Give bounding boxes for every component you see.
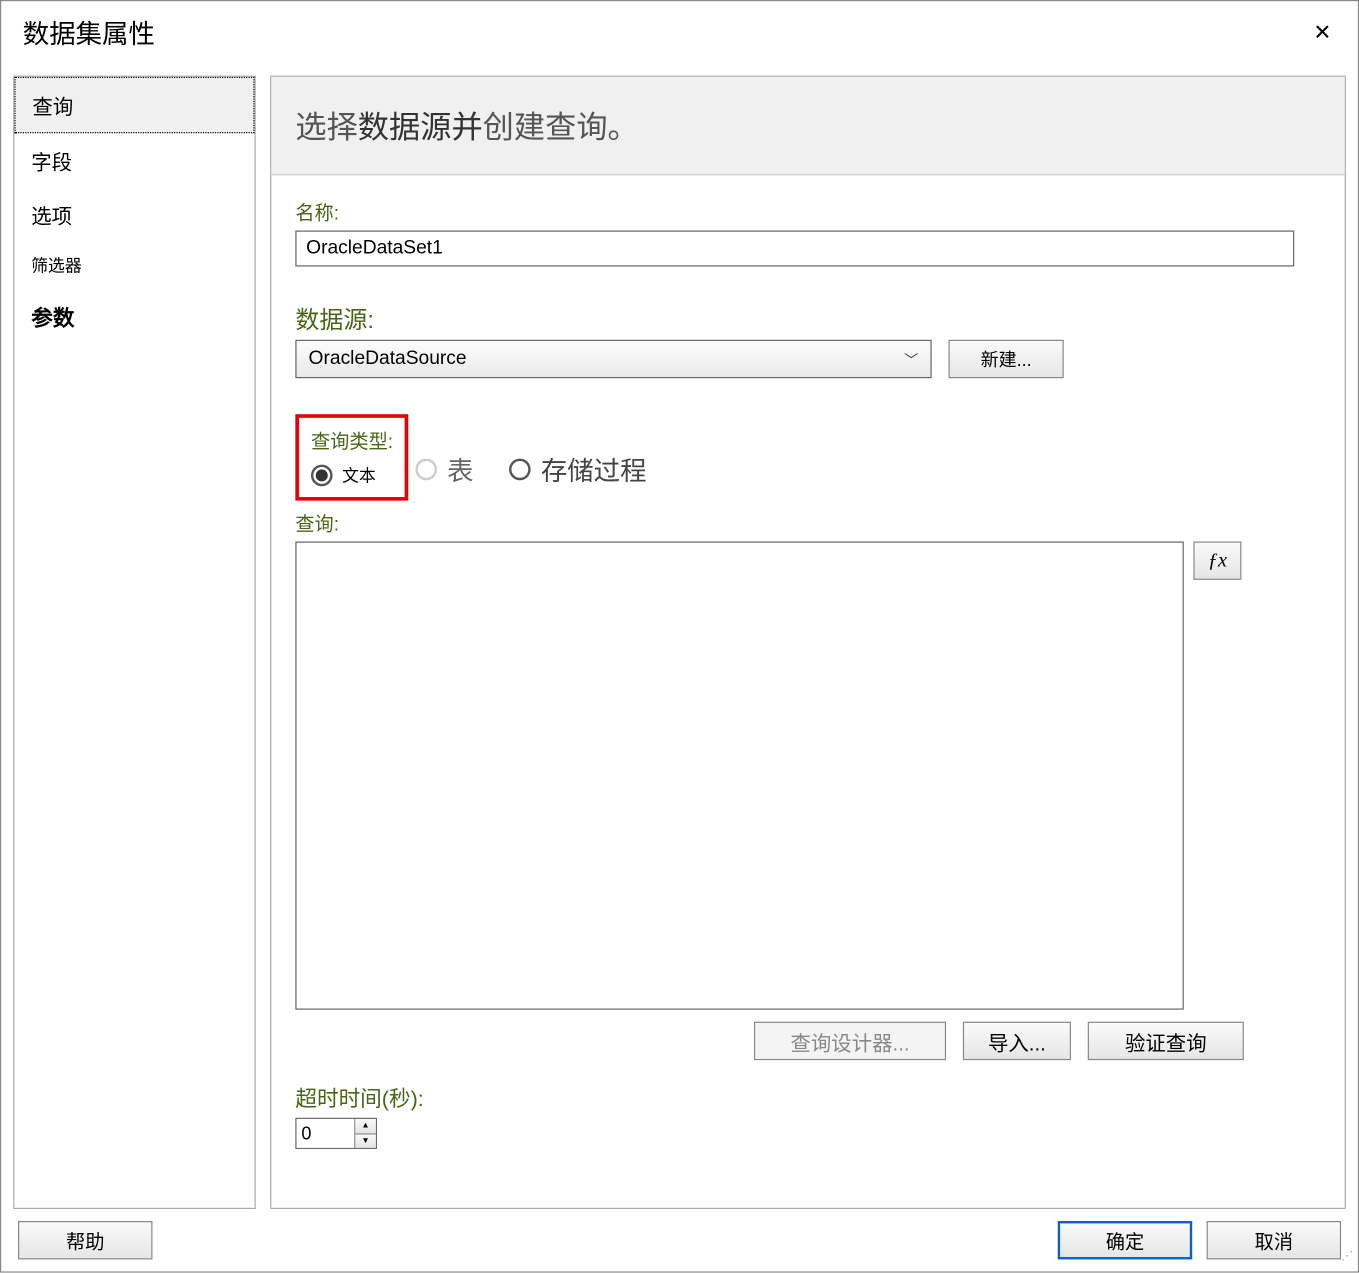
- sidebar-item-options[interactable]: 选项: [14, 187, 254, 241]
- radio-table[interactable]: 表: [416, 450, 474, 488]
- heading-bold: 数据源并: [358, 109, 483, 145]
- main-heading: 选择数据源并创建查询。: [271, 77, 1344, 175]
- ok-button[interactable]: 确定: [1058, 1221, 1192, 1259]
- query-input[interactable]: [295, 541, 1183, 1009]
- heading-part2: 创建: [483, 109, 545, 145]
- radio-text-label: 文本: [342, 463, 376, 487]
- radio-sproc[interactable]: 存储过程: [510, 450, 647, 488]
- radio-table-label: 表: [447, 450, 473, 488]
- heading-tail: 查询。: [545, 109, 639, 145]
- window-title: 数据集属性: [23, 13, 1304, 51]
- sidebar-item-fields[interactable]: 字段: [14, 133, 254, 187]
- spinner-up-icon[interactable]: ▲: [355, 1119, 375, 1134]
- name-input[interactable]: [295, 231, 1294, 267]
- heading-part1: 选择: [295, 109, 357, 145]
- sidebar: 查询 字段 选项 筛选器 参数: [13, 76, 256, 1209]
- close-icon[interactable]: ✕: [1304, 17, 1341, 48]
- main-pane: 选择数据源并创建查询。 名称: 数据源: OracleDataSource ﹀ …: [270, 76, 1346, 1209]
- fx-button[interactable]: ƒx: [1193, 541, 1241, 579]
- dialog-footer: 帮助 确定 取消 ⋰: [1, 1209, 1358, 1271]
- datasource-value: OracleDataSource: [309, 348, 467, 370]
- timeout-spinner[interactable]: ▲ ▼: [295, 1118, 377, 1149]
- sidebar-item-params[interactable]: 参数: [14, 289, 254, 344]
- titlebar: 数据集属性 ✕: [1, 1, 1358, 63]
- cancel-button[interactable]: 取消: [1207, 1221, 1341, 1259]
- import-button[interactable]: 导入...: [963, 1022, 1071, 1060]
- validate-query-button[interactable]: 验证查询: [1088, 1022, 1244, 1060]
- radio-text-icon: [311, 465, 333, 487]
- sidebar-item-filters[interactable]: 筛选器: [14, 241, 254, 289]
- radio-table-icon: [416, 459, 438, 481]
- spinner-down-icon[interactable]: ▼: [355, 1134, 375, 1148]
- timeout-input[interactable]: [297, 1119, 355, 1148]
- query-label: 查询:: [295, 508, 1320, 537]
- datasource-label: 数据源:: [295, 300, 1320, 335]
- dialog-window: 数据集属性 ✕ 查询 字段 选项 筛选器 参数 选择数据源并创建查询。 名称: …: [0, 0, 1359, 1273]
- timeout-label: 超时时间(秒):: [295, 1082, 1320, 1113]
- querytype-label: 查询类型:: [311, 425, 393, 454]
- main-content: 名称: 数据源: OracleDataSource ﹀ 新建... 查询类型:: [271, 175, 1344, 1208]
- resize-grip-icon: ⋰: [1340, 1253, 1354, 1267]
- new-datasource-button[interactable]: 新建...: [948, 340, 1063, 378]
- name-label: 名称:: [295, 197, 1320, 226]
- sidebar-item-query[interactable]: 查询: [14, 77, 254, 133]
- radio-sproc-label: 存储过程: [541, 450, 647, 488]
- datasource-select[interactable]: OracleDataSource ﹀: [295, 340, 931, 378]
- radio-text[interactable]: 文本: [311, 463, 376, 487]
- dialog-body: 查询 字段 选项 筛选器 参数 选择数据源并创建查询。 名称: 数据源: Ora…: [1, 64, 1358, 1209]
- help-button[interactable]: 帮助: [18, 1221, 152, 1259]
- chevron-down-icon: ﹀: [904, 349, 918, 369]
- radio-sproc-icon: [510, 459, 532, 481]
- query-designer-button[interactable]: 查询设计器...: [754, 1022, 946, 1060]
- highlight-box: 查询类型: 文本: [295, 414, 408, 500]
